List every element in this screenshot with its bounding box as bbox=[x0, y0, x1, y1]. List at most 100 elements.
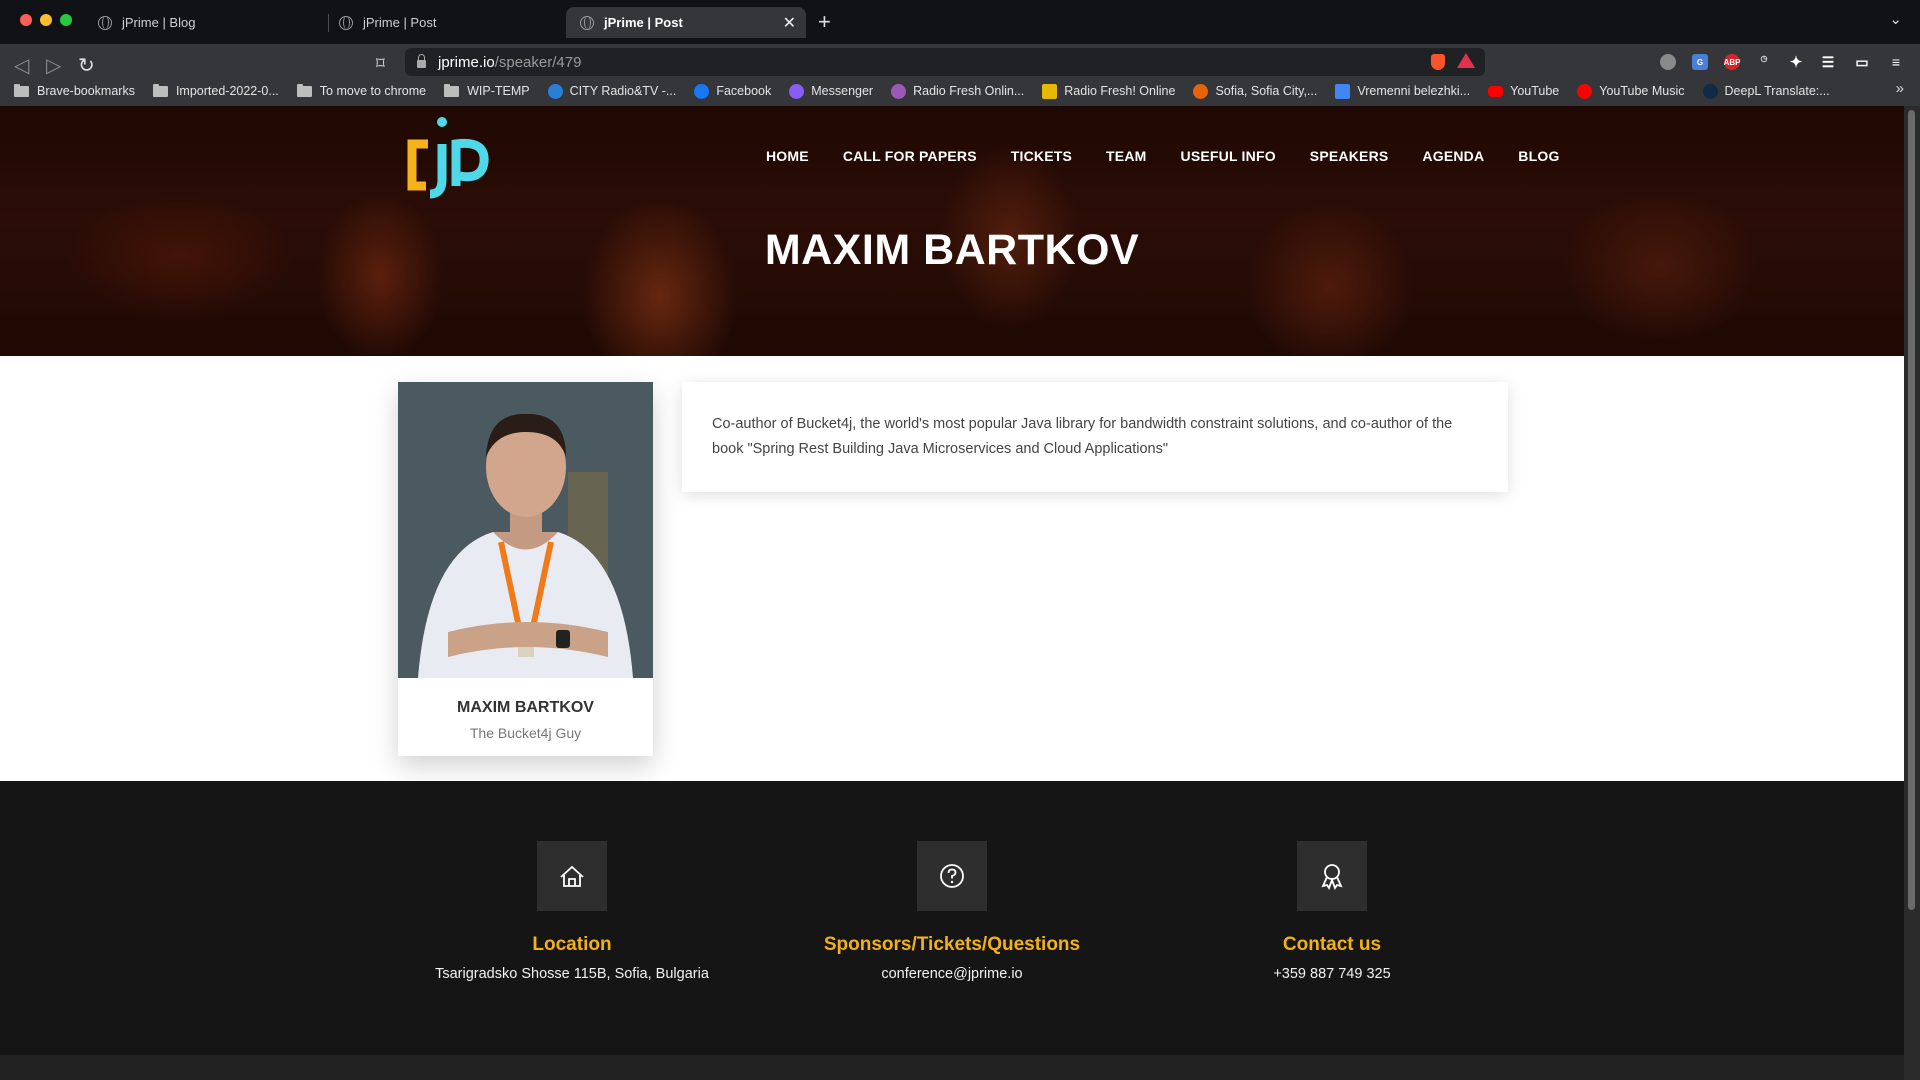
speaker-bio-box: Co-author of Bucket4j, the world's most … bbox=[682, 382, 1508, 492]
bookmark-link[interactable]: Radio Fresh Onlin... bbox=[891, 83, 1025, 99]
tab-title: jPrime | Blog bbox=[122, 15, 196, 30]
address-bar[interactable]: jprime.io/speaker/479 bbox=[405, 48, 1485, 76]
youtube-music-icon bbox=[1577, 83, 1593, 99]
url-host: jprime.io bbox=[438, 53, 495, 71]
extensions-puzzle-icon[interactable]: ✦ bbox=[1788, 54, 1804, 71]
close-tab-icon[interactable]: ✕ bbox=[783, 13, 796, 33]
bookmark-folder[interactable]: WIP-TEMP bbox=[444, 83, 530, 98]
tab-search-chevron-icon[interactable]: ⌄ bbox=[1889, 10, 1902, 28]
brave-rewards-icon[interactable] bbox=[1457, 53, 1475, 68]
bookmark-label: YouTube Music bbox=[1599, 84, 1685, 98]
more-bookmarks-chevron-icon[interactable]: » bbox=[1896, 80, 1904, 97]
nav-team[interactable]: TEAM bbox=[1106, 148, 1146, 164]
main-navigation: HOME CALL FOR PAPERS TICKETS TEAM USEFUL… bbox=[766, 148, 1594, 164]
scrollbar-thumb[interactable] bbox=[1908, 110, 1915, 910]
nav-home[interactable]: HOME bbox=[766, 148, 809, 164]
jprime-logo[interactable] bbox=[404, 114, 494, 204]
footer-sponsors-title: Sponsors/Tickets/Questions bbox=[823, 934, 1081, 955]
folder-icon bbox=[152, 83, 168, 97]
facebook-icon bbox=[694, 83, 710, 99]
close-window-button[interactable] bbox=[20, 14, 32, 26]
forward-button[interactable]: ▷ bbox=[46, 53, 61, 78]
bookmark-label: To move to chrome bbox=[319, 84, 427, 98]
bookmark-label: Radio Fresh Onlin... bbox=[913, 84, 1025, 98]
back-button[interactable]: ◁ bbox=[14, 53, 29, 78]
new-tab-button[interactable]: + bbox=[818, 9, 831, 35]
footer-email[interactable]: conference@jprime.io bbox=[752, 966, 1152, 982]
brave-shields-icon[interactable] bbox=[1431, 54, 1445, 70]
radio-fresh-icon bbox=[891, 83, 907, 99]
browser-title-bar: jPrime | Blog jPrime | Post jPrime | Pos… bbox=[0, 0, 1920, 44]
site-footer: Location Tsarigradsko Shosse 115B, Sofia… bbox=[0, 781, 1904, 1055]
nav-blog[interactable]: BLOG bbox=[1518, 148, 1559, 164]
youtube-icon bbox=[1488, 85, 1504, 97]
nav-agenda[interactable]: AGENDA bbox=[1422, 148, 1484, 164]
bookmark-link[interactable]: CITY Radio&TV -... bbox=[547, 83, 677, 99]
bookmark-link[interactable]: Messenger bbox=[789, 83, 873, 99]
footer-phone[interactable]: +359 887 749 325 bbox=[1132, 966, 1532, 982]
bookmark-link[interactable]: Vremenni belezhki... bbox=[1335, 83, 1471, 99]
weather-icon bbox=[1193, 83, 1209, 99]
bookmark-folder[interactable]: Imported-2022-0... bbox=[152, 83, 279, 98]
question-icon bbox=[917, 841, 987, 911]
hero-banner: HOME CALL FOR PAPERS TICKETS TEAM USEFUL… bbox=[0, 106, 1904, 356]
bookmark-label: YouTube bbox=[1510, 84, 1560, 98]
bookmark-link[interactable]: YouTube Music bbox=[1577, 83, 1685, 99]
bookmark-label: Radio Fresh! Online bbox=[1064, 84, 1176, 98]
wallet-icon[interactable]: ▭ bbox=[1854, 54, 1870, 70]
bookmark-label: Sofia, Sofia City,... bbox=[1215, 84, 1318, 98]
speaker-card: MAXIM BARTKOV The Bucket4j Guy bbox=[398, 382, 653, 756]
speaker-photo bbox=[398, 382, 653, 678]
page-title: MAXIM BARTKOV bbox=[764, 226, 1140, 274]
bookmark-label: Imported-2022-0... bbox=[175, 84, 279, 98]
bookmark-label: CITY Radio&TV -... bbox=[569, 84, 677, 98]
docs-icon bbox=[1335, 83, 1351, 99]
globe-icon bbox=[98, 15, 112, 30]
bookmark-label: Vremenni belezhki... bbox=[1357, 84, 1471, 98]
nav-call-for-papers[interactable]: CALL FOR PAPERS bbox=[843, 148, 977, 164]
nav-speakers[interactable]: SPEAKERS bbox=[1310, 148, 1389, 164]
nav-useful-info[interactable]: USEFUL INFO bbox=[1181, 148, 1276, 164]
tab-title: jPrime | Post bbox=[604, 15, 683, 30]
deepl-icon bbox=[1702, 83, 1718, 99]
award-icon bbox=[1297, 841, 1367, 911]
globe-icon bbox=[339, 15, 353, 30]
clock-extension-icon[interactable]: ◷ bbox=[1756, 50, 1772, 66]
bookmarks-bar: Brave-bookmarks Imported-2022-0... To mo… bbox=[0, 76, 1920, 106]
browser-tab[interactable]: jPrime | Blog bbox=[84, 7, 324, 38]
bookmark-label: WIP-TEMP bbox=[467, 84, 530, 98]
footer-bottom-bar bbox=[0, 1055, 1904, 1080]
browser-tab[interactable]: jPrime | Post bbox=[325, 7, 565, 38]
bookmark-link[interactable]: Radio Fresh! Online bbox=[1042, 83, 1176, 99]
folder-icon bbox=[14, 83, 29, 97]
bookmark-link[interactable]: DeepL Translate:... bbox=[1702, 83, 1830, 99]
bookmark-folder[interactable]: To move to chrome bbox=[296, 83, 427, 98]
bookmark-link[interactable]: YouTube bbox=[1488, 84, 1559, 98]
bookmark-label: Brave-bookmarks bbox=[37, 84, 135, 98]
speaker-bio: Co-author of Bucket4j, the world's most … bbox=[712, 416, 1453, 457]
maximize-window-button[interactable] bbox=[60, 14, 72, 26]
minimize-window-button[interactable] bbox=[40, 14, 52, 26]
bookmark-link[interactable]: Sofia, Sofia City,... bbox=[1193, 83, 1318, 99]
folder-icon bbox=[444, 83, 460, 97]
reading-list-icon[interactable]: ☰ bbox=[1820, 54, 1836, 70]
speaker-role: The Bucket4j Guy bbox=[469, 725, 582, 741]
lock-icon bbox=[417, 54, 426, 68]
nav-tickets[interactable]: TICKETS bbox=[1011, 148, 1072, 164]
browser-menu-icon[interactable]: ≡ bbox=[1888, 54, 1904, 70]
reload-button[interactable]: ↻ bbox=[78, 53, 95, 78]
home-icon bbox=[537, 841, 607, 911]
speaker-name: MAXIM BARTKOV bbox=[457, 699, 594, 716]
translate-extension-icon[interactable]: G bbox=[1692, 54, 1708, 70]
extension-avatar-icon[interactable] bbox=[1660, 54, 1676, 70]
adblock-plus-icon[interactable]: ABP bbox=[1724, 54, 1740, 70]
footer-location-title: Location bbox=[532, 934, 612, 955]
browser-tab-active[interactable]: jPrime | Post ✕ bbox=[566, 7, 806, 38]
folder-icon bbox=[296, 83, 312, 97]
speaker-portrait bbox=[398, 382, 653, 678]
bookmark-page-icon[interactable]: ⌑ bbox=[376, 54, 385, 74]
bookmark-link[interactable]: Facebook bbox=[694, 83, 771, 99]
footer-location-text: Tsarigradsko Shosse 115B, Sofia, Bulgari… bbox=[435, 966, 709, 982]
globe-icon bbox=[580, 15, 594, 30]
bookmark-folder[interactable]: Brave-bookmarks bbox=[14, 83, 135, 98]
